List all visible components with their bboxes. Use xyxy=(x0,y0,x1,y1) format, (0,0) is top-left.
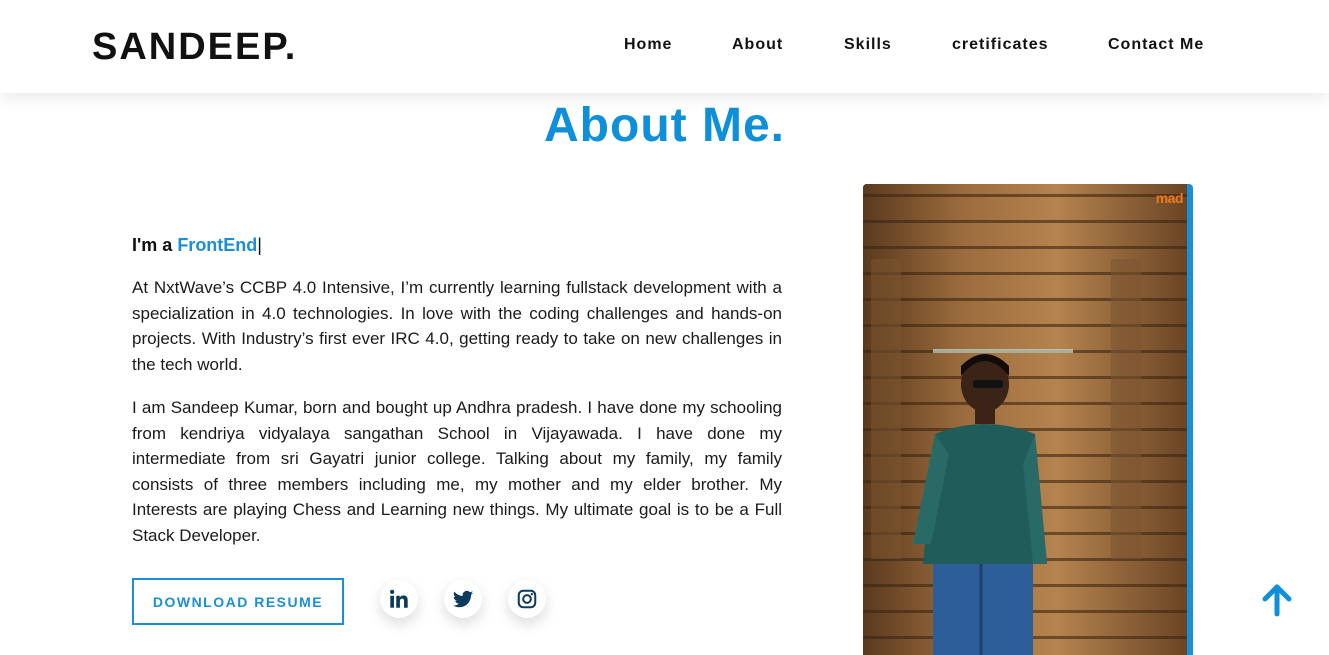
nav-link-home[interactable]: Home xyxy=(624,36,672,54)
about-paragraph-2: I am Sandeep Kumar, born and bought up A… xyxy=(132,398,782,545)
nav-link-certificates[interactable]: cretificates xyxy=(952,36,1049,54)
about-title: About Me. xyxy=(544,99,785,152)
typed-role: FrontEnd xyxy=(177,235,258,255)
profile-photo-illustration xyxy=(863,184,1187,655)
nav-link-contact[interactable]: Contact Me xyxy=(1108,36,1204,54)
intro-prefix: I'm a xyxy=(132,235,178,255)
twitter-icon xyxy=(452,590,474,608)
nav-link-skills[interactable]: Skills xyxy=(844,36,892,54)
typing-cursor: | xyxy=(257,235,262,255)
linkedin-icon xyxy=(390,589,408,608)
navbar: SANDEEP. Home About Skills cretificates … xyxy=(0,0,1329,93)
nav-menu: Home About Skills cretificates Contact M… xyxy=(0,36,1329,56)
arrow-up-icon xyxy=(1262,584,1292,617)
photo-watermark: mad xyxy=(1155,190,1184,206)
wood-plank-line xyxy=(863,194,1187,197)
profile-photo-frame: mad xyxy=(863,184,1193,655)
instagram-icon xyxy=(517,589,537,609)
about-paragraph-1: At NxtWave’s CCBP 4.0 Intensive, I’m cur… xyxy=(132,278,782,374)
instagram-link[interactable] xyxy=(508,580,546,618)
wood-plank-line xyxy=(863,246,1187,249)
profile-photo: mad xyxy=(863,184,1187,655)
nav-link-about[interactable]: About xyxy=(732,36,783,54)
scroll-to-top-button[interactable] xyxy=(1260,583,1294,617)
intro-line: I'm a FrontEnd| xyxy=(132,235,262,256)
wood-plank-line xyxy=(863,220,1187,223)
download-resume-button[interactable]: DOWNLOAD RESUME xyxy=(132,578,344,625)
linkedin-link[interactable] xyxy=(380,580,418,618)
twitter-link[interactable] xyxy=(444,580,482,618)
